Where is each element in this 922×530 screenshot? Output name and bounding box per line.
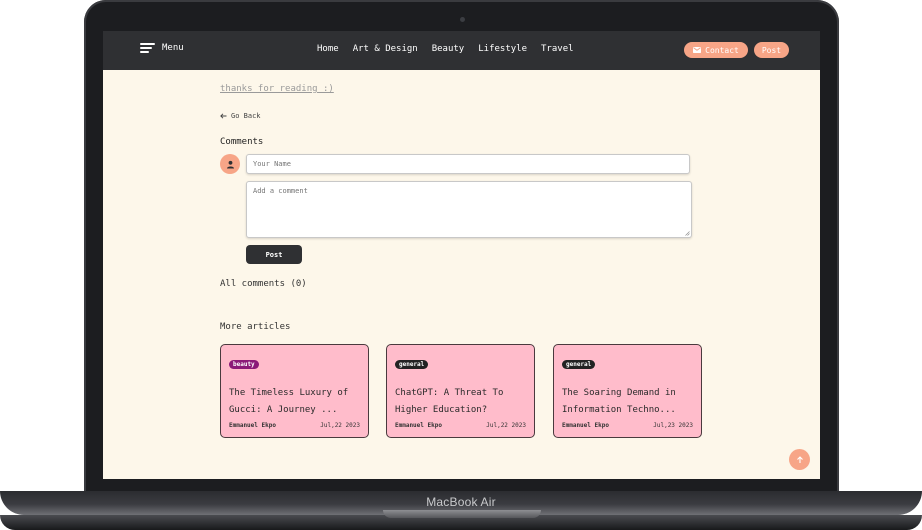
nav-link-lifestyle[interactable]: Lifestyle bbox=[478, 44, 527, 54]
article-card[interactable]: beauty The Timeless Luxury of Gucci: A J… bbox=[220, 344, 369, 438]
comment-textarea[interactable] bbox=[246, 181, 692, 238]
nav-link-art-design[interactable]: Art & Design bbox=[353, 44, 418, 54]
laptop-notch bbox=[383, 510, 541, 518]
navbar: Menu Home Art & Design Beauty Lifestyle … bbox=[103, 31, 820, 70]
nav-link-home[interactable]: Home bbox=[317, 44, 339, 54]
device-label: MacBook Air bbox=[426, 495, 496, 509]
comments-heading: Comments bbox=[220, 137, 264, 147]
article-card[interactable]: general The Soaring Demand in Informatio… bbox=[553, 344, 702, 438]
hamburger-icon bbox=[140, 43, 155, 53]
card-title[interactable]: The Soaring Demand in Information Techno… bbox=[562, 385, 697, 419]
card-author: Emmanuel Ekpo bbox=[229, 422, 276, 429]
more-articles-heading: More articles bbox=[220, 322, 291, 332]
contact-button[interactable]: Contact bbox=[684, 42, 748, 58]
user-icon bbox=[226, 160, 234, 168]
camera bbox=[460, 17, 465, 22]
mail-icon bbox=[693, 47, 702, 53]
post-comment-button[interactable]: Post bbox=[246, 245, 302, 264]
category-badge[interactable]: general bbox=[395, 360, 429, 369]
card-title-line: ChatGPT: A Threat To bbox=[395, 388, 504, 398]
arrow-up-icon bbox=[796, 455, 803, 463]
screen: Menu Home Art & Design Beauty Lifestyle … bbox=[103, 31, 820, 479]
contact-label: Contact bbox=[705, 45, 739, 55]
resize-grip-icon[interactable] bbox=[685, 231, 690, 236]
name-input[interactable] bbox=[246, 154, 690, 174]
card-author: Emmanuel Ekpo bbox=[395, 422, 442, 429]
card-title[interactable]: The Timeless Luxury of Gucci: A Journey … bbox=[229, 385, 364, 419]
card-date: Jul,23 2023 bbox=[653, 422, 693, 429]
card-title-line: Gucci: A Journey ... bbox=[229, 405, 338, 415]
menu-label: Menu bbox=[162, 43, 184, 53]
card-title-line: Information Techno... bbox=[562, 405, 676, 415]
post-nav-button[interactable]: Post bbox=[754, 42, 789, 58]
all-comments-label: All comments (0) bbox=[220, 279, 307, 289]
category-badge[interactable]: general bbox=[562, 360, 596, 369]
go-back-label: Go Back bbox=[231, 112, 261, 120]
menu-button[interactable]: Menu bbox=[140, 43, 184, 53]
nav-links: Home Art & Design Beauty Lifestyle Trave… bbox=[317, 44, 588, 54]
card-date: Jul,22 2023 bbox=[320, 422, 360, 429]
card-title-line: The Soaring Demand in bbox=[562, 388, 676, 398]
nav-link-travel[interactable]: Travel bbox=[541, 44, 574, 54]
category-badge[interactable]: beauty bbox=[229, 360, 259, 369]
avatar bbox=[220, 154, 240, 174]
thanks-link[interactable]: thanks for reading :) bbox=[220, 84, 334, 94]
card-title-line: Higher Education? bbox=[395, 405, 488, 415]
card-author: Emmanuel Ekpo bbox=[562, 422, 609, 429]
arrow-left-icon bbox=[220, 113, 227, 119]
card-date: Jul,22 2023 bbox=[486, 422, 526, 429]
article-card[interactable]: general ChatGPT: A Threat To Higher Educ… bbox=[386, 344, 535, 438]
scroll-to-top-button[interactable] bbox=[789, 449, 810, 470]
card-title[interactable]: ChatGPT: A Threat To Higher Education? bbox=[395, 385, 530, 419]
nav-link-beauty[interactable]: Beauty bbox=[432, 44, 465, 54]
go-back-link[interactable]: Go Back bbox=[220, 112, 261, 120]
card-title-line: The Timeless Luxury of bbox=[229, 388, 349, 398]
